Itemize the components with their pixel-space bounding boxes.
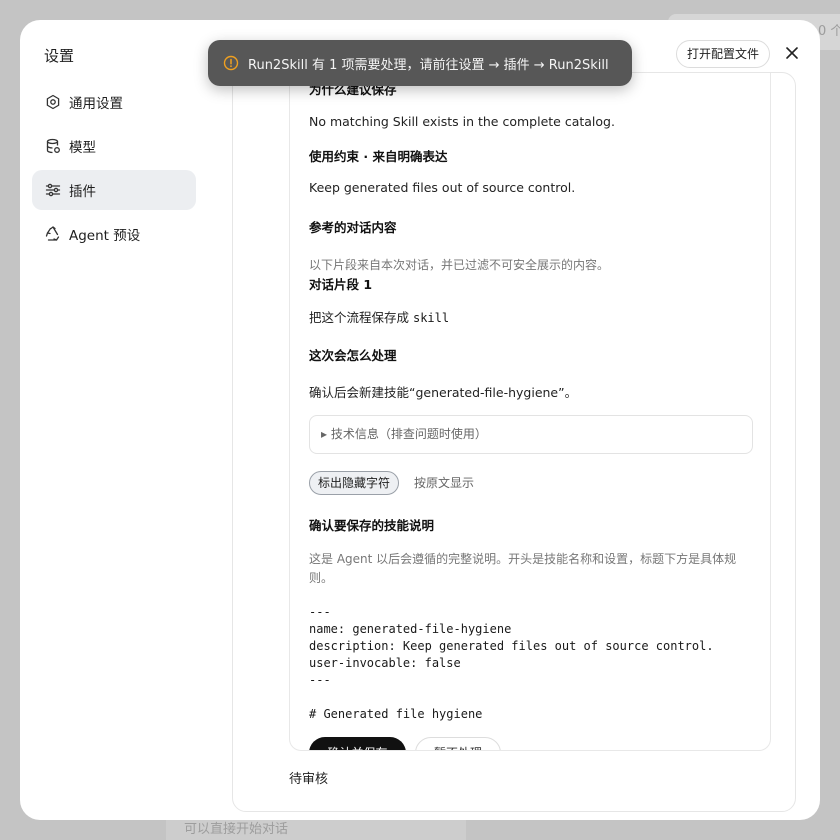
sidebar-item-plugins[interactable]: 插件 (32, 170, 196, 210)
close-button[interactable] (780, 42, 804, 66)
constraint-text: Keep generated files out of source contr… (309, 180, 576, 195)
fragment-heading: 对话片段 1 (309, 277, 373, 292)
confirm-heading: 确认要保存的技能说明 (309, 518, 435, 533)
code-line: # Generated file hygiene (309, 707, 483, 721)
constraint-heading: 使用约束 · 来自明确表达 (309, 149, 448, 164)
confirm-description: 这是 Agent 以后会遵循的完整说明。开头是技能名称和设置，标题下方是具体规则… (309, 552, 737, 585)
open-config-button[interactable]: 打开配置文件 (676, 40, 771, 68)
sliders-icon (45, 182, 61, 198)
fragment-code: skill (412, 311, 450, 325)
code-line: --- (309, 605, 331, 619)
database-icon (45, 138, 61, 154)
code-line: --- (309, 673, 331, 687)
confirm-save-button[interactable]: 确认并保存 (309, 737, 406, 750)
reference-note: 以下片段来自本次对话，并已过滤不可安全展示的内容。 (309, 258, 610, 272)
sidebar-item-label: 插件 (69, 184, 96, 200)
settings-dialog: 设置 通用设置 模型 插件 Agent 预设 打开配置文件 为什么建议保存 No… (20, 20, 820, 820)
notification-toast[interactable]: Run2Skill 有 1 项需要处理，请前往设置 → 插件 → Run2Ski… (208, 40, 632, 86)
fragment-prefix: 把这个流程保存成 (309, 310, 413, 325)
sidebar-nav: 通用设置 模型 插件 Agent 预设 (32, 82, 196, 258)
gear-icon (45, 94, 61, 110)
sidebar-item-label: Agent 预设 (69, 228, 141, 244)
status-badge: 待审核 (289, 772, 329, 787)
handling-text: 确认后会新建技能“generated-file-hygiene”。 (309, 385, 578, 400)
sidebar-item-models[interactable]: 模型 (32, 126, 196, 166)
plugin-panel: 为什么建议保存 No matching Skill exists in the … (232, 72, 796, 812)
skip-button[interactable]: 暂不处理 (415, 737, 501, 750)
sidebar-item-general[interactable]: 通用设置 (32, 82, 196, 122)
recycle-icon (45, 226, 61, 242)
sidebar-item-label: 模型 (69, 140, 96, 156)
mark-hidden-chars-chip[interactable]: 标出隐藏字符 (309, 471, 400, 495)
tech-info-toggle[interactable]: ▸ 技术信息（排查问题时使用） (309, 415, 753, 454)
toast-message: Run2Skill 有 1 项需要处理，请前往设置 → 插件 → Run2Ski… (248, 57, 609, 73)
warning-icon (223, 55, 239, 71)
close-icon (785, 45, 799, 64)
skill-review-card[interactable]: 为什么建议保存 No matching Skill exists in the … (289, 73, 771, 751)
code-line: description: Keep generated files out of… (309, 639, 714, 653)
code-line: user-invocable: false (309, 656, 461, 670)
show-raw-chip[interactable]: 按原文显示 (405, 471, 483, 495)
sidebar: 设置 通用设置 模型 插件 Agent 预设 (20, 20, 220, 820)
sidebar-item-label: 通用设置 (69, 96, 123, 112)
fragment-text: 把这个流程保存成 skill (309, 307, 449, 326)
sidebar-item-agent-presets[interactable]: Agent 预设 (32, 214, 196, 254)
sidebar-title: 设置 (44, 47, 75, 65)
reference-heading: 参考的对话内容 (309, 220, 397, 235)
handling-heading: 这次会怎么处理 (309, 348, 397, 363)
reason-text: No matching Skill exists in the complete… (309, 114, 615, 129)
code-line: name: generated-file-hygiene (309, 622, 512, 636)
